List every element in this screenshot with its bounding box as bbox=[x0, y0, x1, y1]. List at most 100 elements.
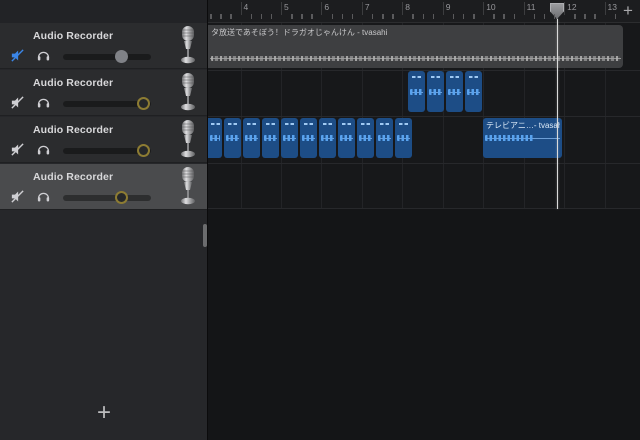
ruler-tick bbox=[493, 14, 495, 19]
audio-region[interactable] bbox=[446, 71, 463, 112]
track-header-2[interactable]: Audio Recorder bbox=[0, 70, 207, 116]
slider-knob[interactable] bbox=[115, 191, 128, 204]
slider-knob[interactable] bbox=[115, 50, 128, 63]
audio-region[interactable] bbox=[395, 118, 412, 158]
ruler-tick bbox=[291, 14, 293, 19]
region-mini-label-marks bbox=[431, 76, 440, 78]
audio-region[interactable] bbox=[281, 118, 298, 158]
track-header-1[interactable]: Audio Recorder bbox=[0, 23, 207, 69]
audio-region[interactable] bbox=[224, 118, 241, 158]
track-header-column: Audio Recorder bbox=[0, 0, 208, 440]
ruler-tick bbox=[301, 14, 303, 19]
audio-region[interactable] bbox=[243, 118, 260, 158]
headphones-icon[interactable] bbox=[36, 48, 52, 64]
audio-region[interactable] bbox=[319, 118, 336, 158]
audio-region[interactable] bbox=[465, 71, 482, 112]
ruler-bar-number: 13 bbox=[608, 2, 617, 12]
ruler-tick bbox=[615, 14, 617, 19]
audio-region[interactable] bbox=[300, 118, 317, 158]
playhead-handle[interactable] bbox=[550, 3, 564, 19]
audio-region[interactable] bbox=[208, 118, 222, 158]
ruler-bar-number: 8 bbox=[405, 2, 410, 12]
waveform bbox=[397, 135, 410, 141]
headphones-icon[interactable] bbox=[36, 189, 52, 205]
region-mini-label-marks bbox=[399, 123, 408, 125]
ruler-tick bbox=[473, 14, 475, 19]
ruler-bar-line bbox=[605, 2, 606, 15]
audio-region[interactable]: テレビアニ…- tvasahi bbox=[483, 118, 562, 158]
audio-region[interactable] bbox=[427, 71, 444, 112]
slider-groove bbox=[63, 54, 151, 60]
ruler-tick bbox=[463, 14, 465, 19]
add-track-button[interactable]: + bbox=[88, 398, 120, 428]
ruler-tick bbox=[594, 14, 596, 19]
track-list-scroll-indicator[interactable] bbox=[203, 224, 207, 247]
ruler-tick bbox=[352, 14, 354, 19]
ruler-tick bbox=[544, 14, 546, 19]
region-mini-label-marks bbox=[450, 76, 459, 78]
waveform bbox=[448, 89, 461, 95]
grid-row-line bbox=[208, 208, 640, 209]
mute-speaker-icon[interactable] bbox=[10, 48, 26, 64]
waveform bbox=[485, 135, 534, 141]
region-mini-label-marks bbox=[342, 123, 351, 125]
volume-slider[interactable] bbox=[63, 96, 151, 110]
ruler-bar-line bbox=[321, 2, 322, 15]
add-section-button[interactable]: + bbox=[618, 1, 638, 21]
slider-knob[interactable] bbox=[137, 144, 150, 157]
audio-region[interactable]: タ放送であそぼう！ドラガオじゃんけん - tvasahi bbox=[208, 25, 623, 68]
ruler-bar-line bbox=[524, 2, 525, 15]
region-mini-label-marks bbox=[304, 123, 313, 125]
mute-speaker-icon[interactable] bbox=[10, 142, 26, 158]
audio-region[interactable] bbox=[357, 118, 374, 158]
garageband-tracks-view: Audio Recorder bbox=[0, 0, 640, 440]
ruler-tick bbox=[261, 14, 263, 19]
ruler-tick bbox=[372, 14, 374, 19]
ruler-bar-number: 12 bbox=[567, 2, 576, 12]
volume-slider[interactable] bbox=[63, 143, 151, 157]
time-ruler[interactable]: + 45678910111213 bbox=[208, 0, 640, 23]
ruler-tick bbox=[210, 14, 212, 19]
ruler-bar-number: 7 bbox=[365, 2, 370, 12]
region-mini-label-marks bbox=[285, 123, 294, 125]
ruler-bar-line bbox=[281, 2, 282, 15]
waveform bbox=[340, 135, 353, 141]
microphone-icon bbox=[176, 72, 200, 114]
ruler-bar-line bbox=[564, 2, 565, 15]
waveform bbox=[359, 135, 372, 141]
audio-region[interactable] bbox=[376, 118, 393, 158]
ruler-tick bbox=[220, 14, 222, 19]
region-mini-label-marks bbox=[266, 123, 275, 125]
grid-row-line bbox=[208, 70, 640, 71]
mute-speaker-icon[interactable] bbox=[10, 95, 26, 111]
mute-speaker-icon[interactable] bbox=[10, 189, 26, 205]
headphones-icon[interactable] bbox=[36, 95, 52, 111]
waveform bbox=[264, 135, 277, 141]
audio-region[interactable] bbox=[408, 71, 425, 112]
ruler-tick bbox=[433, 14, 435, 19]
waveform bbox=[410, 89, 423, 95]
audio-region[interactable] bbox=[262, 118, 279, 158]
region-mini-label-marks bbox=[228, 123, 237, 125]
ruler-tick bbox=[514, 14, 516, 19]
ruler-tick bbox=[392, 14, 394, 19]
region-mini-label-marks bbox=[469, 76, 478, 78]
ruler-bar-number: 5 bbox=[284, 2, 289, 12]
audio-region[interactable] bbox=[338, 118, 355, 158]
ruler-tick bbox=[503, 14, 505, 19]
ruler-bar-line bbox=[443, 2, 444, 15]
track-name: Audio Recorder bbox=[33, 30, 113, 42]
headphones-icon[interactable] bbox=[36, 142, 52, 158]
volume-slider[interactable] bbox=[63, 49, 151, 63]
track-controls bbox=[0, 141, 170, 161]
timeline-area[interactable]: + 45678910111213 タ放送であそぼう！ドラガオじゃんけん - tv… bbox=[208, 0, 640, 440]
track-header-3[interactable]: Audio Recorder bbox=[0, 117, 207, 163]
waveform bbox=[211, 56, 620, 61]
slider-knob[interactable] bbox=[137, 97, 150, 110]
track-header-4[interactable]: Audio Recorder bbox=[0, 164, 207, 210]
slider-groove bbox=[63, 195, 151, 201]
grid-row-line bbox=[208, 116, 640, 117]
ruler-bar-line bbox=[402, 2, 403, 15]
region-label: タ放送であそぼう！ドラガオじゃんけん - tvasahi bbox=[211, 27, 621, 38]
volume-slider[interactable] bbox=[63, 190, 151, 204]
